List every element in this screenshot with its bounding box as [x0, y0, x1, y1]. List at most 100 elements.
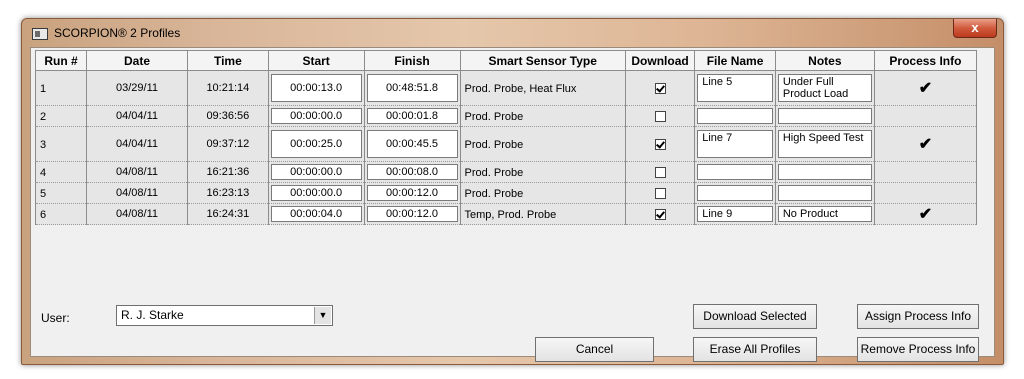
start-cell: 00:00:25.0	[267, 126, 365, 162]
time-cell: 09:37:12	[187, 126, 269, 162]
col-header-notes[interactable]: Notes	[774, 50, 875, 71]
chevron-down-icon[interactable]: ▼	[314, 307, 331, 324]
finish-cell: 00:00:12.0	[363, 203, 461, 225]
finish-field[interactable]: 00:00:01.8	[366, 108, 458, 124]
download-checkbox[interactable]	[654, 208, 666, 220]
app-icon	[32, 28, 48, 40]
notes-cell	[774, 161, 875, 183]
start-field[interactable]: 00:00:00.0	[270, 185, 362, 201]
file-name-cell	[694, 182, 776, 204]
run-cell: 5	[34, 182, 88, 204]
profiles-window: SCORPION® 2 Profiles x Run # Date Time S…	[21, 18, 1004, 365]
file-name-cell	[694, 161, 776, 183]
start-field[interactable]: 00:00:25.0	[270, 130, 362, 158]
assign-process-info-button[interactable]: Assign Process Info	[857, 304, 979, 329]
file-name-field[interactable]: Line 9	[697, 206, 773, 222]
table-row[interactable]: 4 04/08/11 16:21:36 00:00:00.0 00:00:08.…	[34, 161, 978, 183]
file-name-field[interactable]	[697, 185, 773, 201]
notes-field[interactable]: High Speed Test	[777, 130, 872, 158]
file-name-field[interactable]: Line 5	[697, 74, 773, 102]
download-checkbox[interactable]	[654, 166, 666, 178]
cancel-button[interactable]: Cancel	[535, 337, 654, 362]
start-cell: 00:00:00.0	[267, 105, 365, 127]
download-checkbox[interactable]	[654, 82, 666, 94]
dialog-body: Run # Date Time Start Finish Smart Senso…	[30, 47, 995, 362]
col-header-run[interactable]: Run #	[34, 50, 88, 71]
col-header-download[interactable]: Download	[624, 50, 696, 71]
col-header-time[interactable]: Time	[187, 50, 269, 71]
notes-cell: Under Full Product Load	[774, 70, 875, 106]
time-cell: 09:36:56	[187, 105, 269, 127]
run-cell: 4	[34, 161, 88, 183]
start-cell: 00:00:00.0	[267, 182, 365, 204]
start-cell: 00:00:04.0	[267, 203, 365, 225]
checkmark-icon: ✔	[918, 136, 933, 153]
start-field[interactable]: 00:00:00.0	[270, 164, 362, 180]
col-header-start[interactable]: Start	[267, 50, 365, 71]
finish-field[interactable]: 00:00:12.0	[366, 185, 458, 201]
table-row[interactable]: 1 03/29/11 10:21:14 00:00:13.0 00:48:51.…	[34, 70, 978, 106]
table-row[interactable]: 5 04/08/11 16:23:13 00:00:00.0 00:00:12.…	[34, 182, 978, 204]
time-cell: 16:23:13	[187, 182, 269, 204]
col-header-sensor-type[interactable]: Smart Sensor Type	[459, 50, 626, 71]
col-header-file-name[interactable]: File Name	[694, 50, 776, 71]
user-select[interactable]: R. J. Starke ▼	[116, 305, 333, 326]
file-name-cell: Line 7	[694, 126, 776, 162]
process-info-cell[interactable]	[873, 161, 978, 183]
notes-field[interactable]	[777, 108, 872, 124]
date-cell: 03/29/11	[86, 70, 189, 106]
finish-field[interactable]: 00:00:45.5	[366, 130, 458, 158]
process-info-cell[interactable]: ✔	[873, 70, 978, 106]
download-cell	[624, 161, 696, 183]
start-field[interactable]: 00:00:13.0	[270, 74, 362, 102]
file-name-field[interactable]	[697, 164, 773, 180]
notes-field[interactable]	[777, 164, 872, 180]
start-field[interactable]: 00:00:00.0	[270, 108, 362, 124]
col-header-process-info[interactable]: Process Info	[873, 50, 978, 71]
date-cell: 04/08/11	[86, 203, 189, 225]
close-button[interactable]: x	[953, 19, 997, 38]
finish-field[interactable]: 00:00:12.0	[366, 206, 458, 222]
erase-all-profiles-button[interactable]: Erase All Profiles	[693, 337, 817, 362]
time-cell: 16:24:31	[187, 203, 269, 225]
table-header-row: Run # Date Time Start Finish Smart Senso…	[34, 50, 978, 71]
download-checkbox[interactable]	[654, 138, 666, 150]
finish-field[interactable]: 00:00:08.0	[366, 164, 458, 180]
table-row[interactable]: 6 04/08/11 16:24:31 00:00:04.0 00:00:12.…	[34, 203, 978, 225]
time-cell: 10:21:14	[187, 70, 269, 106]
start-field[interactable]: 00:00:04.0	[270, 206, 362, 222]
time-cell: 16:21:36	[187, 161, 269, 183]
process-info-cell[interactable]	[873, 182, 978, 204]
finish-cell: 00:00:12.0	[363, 182, 461, 204]
file-name-field[interactable]	[697, 108, 773, 124]
sensor-type-cell: Prod. Probe, Heat Flux	[459, 70, 626, 106]
table-row[interactable]: 2 04/04/11 09:36:56 00:00:00.0 00:00:01.…	[34, 105, 978, 127]
download-selected-button[interactable]: Download Selected	[693, 304, 817, 329]
start-cell: 00:00:00.0	[267, 161, 365, 183]
remove-process-info-button[interactable]: Remove Process Info	[857, 337, 979, 362]
sensor-type-cell: Prod. Probe	[459, 105, 626, 127]
process-info-cell[interactable]: ✔	[873, 126, 978, 162]
file-name-field[interactable]: Line 7	[697, 130, 773, 158]
sensor-type-cell: Prod. Probe	[459, 161, 626, 183]
sensor-type-cell: Temp, Prod. Probe	[459, 203, 626, 225]
date-cell: 04/04/11	[86, 126, 189, 162]
notes-field[interactable]: No Product	[777, 206, 872, 222]
download-cell	[624, 70, 696, 106]
process-info-cell[interactable]	[873, 105, 978, 127]
process-info-cell[interactable]: ✔	[873, 203, 978, 225]
download-checkbox[interactable]	[654, 187, 666, 199]
notes-field[interactable]: Under Full Product Load	[777, 74, 872, 102]
notes-field[interactable]	[777, 185, 872, 201]
window-title: SCORPION® 2 Profiles	[54, 26, 181, 40]
notes-cell: No Product	[774, 203, 875, 225]
run-cell: 3	[34, 126, 88, 162]
date-cell: 04/08/11	[86, 161, 189, 183]
sensor-type-cell: Prod. Probe	[459, 126, 626, 162]
col-header-date[interactable]: Date	[86, 50, 189, 71]
table-row[interactable]: 3 04/04/11 09:37:12 00:00:25.0 00:00:45.…	[34, 126, 978, 162]
col-header-finish[interactable]: Finish	[363, 50, 461, 71]
download-checkbox[interactable]	[654, 110, 666, 122]
finish-field[interactable]: 00:48:51.8	[366, 74, 458, 102]
date-cell: 04/08/11	[86, 182, 189, 204]
